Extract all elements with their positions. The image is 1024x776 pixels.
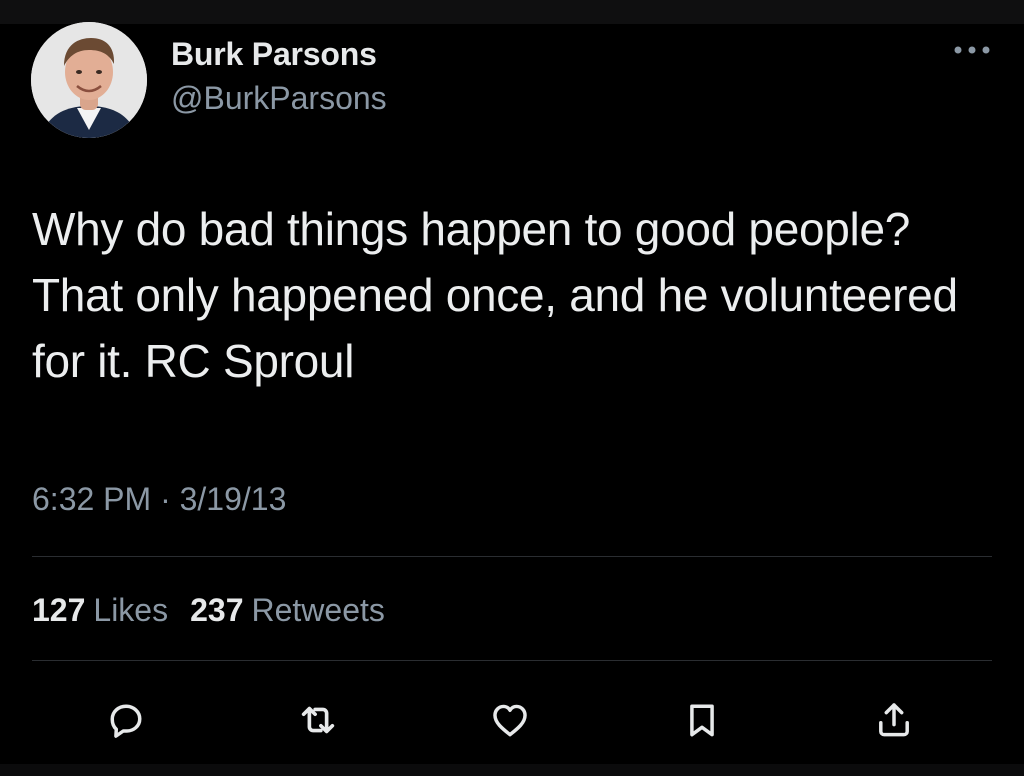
retweets-label: Retweets <box>251 592 385 628</box>
tweet-detail: Burk Parsons @BurkParsons Why do bad thi… <box>0 0 1024 776</box>
more-options-icon <box>954 46 990 54</box>
tweet-text: Why do bad things happen to good people?… <box>32 203 958 387</box>
reply-button[interactable] <box>96 680 156 760</box>
engagement-stats: 127 Likes 237 Retweets <box>32 588 407 632</box>
divider-bottom <box>32 660 992 661</box>
more-options-button[interactable] <box>944 36 1000 64</box>
action-bar <box>0 680 1024 760</box>
bottom-edge <box>0 764 1024 776</box>
retweet-icon <box>301 706 335 734</box>
retweets-stat[interactable]: 237 Retweets <box>190 588 385 632</box>
author-block: Burk Parsons @BurkParsons <box>171 34 387 118</box>
tweet-timestamp[interactable]: 6:32 PM · 3/19/13 <box>32 477 286 521</box>
divider-top <box>32 556 992 557</box>
avatar-image <box>31 22 147 138</box>
reply-icon <box>110 704 142 738</box>
like-button[interactable] <box>480 680 540 760</box>
like-icon <box>493 704 527 737</box>
retweets-count: 237 <box>190 592 244 628</box>
share-icon <box>879 703 909 737</box>
bookmark-icon <box>690 704 714 737</box>
likes-label: Likes <box>93 592 169 628</box>
author-handle[interactable]: @BurkParsons <box>171 78 387 118</box>
likes-count: 127 <box>32 592 86 628</box>
author-display-name[interactable]: Burk Parsons <box>171 34 387 74</box>
retweet-button[interactable] <box>288 680 348 760</box>
bookmark-button[interactable] <box>672 680 732 760</box>
avatar[interactable] <box>31 22 147 138</box>
likes-stat[interactable]: 127 Likes <box>32 588 168 632</box>
share-button[interactable] <box>864 680 924 760</box>
